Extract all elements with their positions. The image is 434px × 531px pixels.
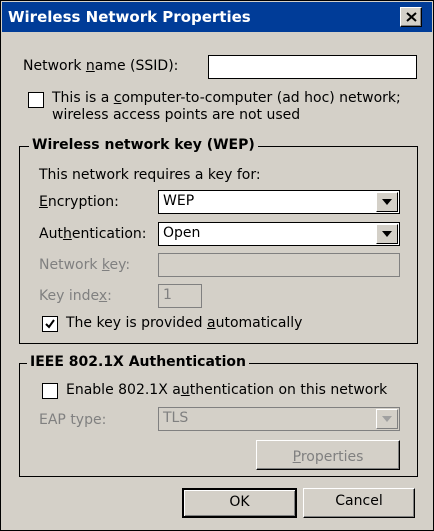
ok-button[interactable]: OK	[182, 488, 297, 518]
network-key-label-mnemonic: k	[101, 257, 110, 273]
adhoc-label-line2: wireless access points are not used	[52, 107, 301, 123]
encryption-label-post: ncryption:	[47, 194, 119, 210]
key-index-value: 1	[163, 287, 172, 303]
chevron-down-icon	[382, 416, 392, 422]
close-x-icon	[406, 12, 417, 22]
chevron-down-icon	[382, 231, 392, 237]
auto-key-label-pre: The key is provided	[66, 315, 207, 331]
authentication-label-pre: Aut	[39, 226, 63, 242]
adhoc-line1-post: omputer-to-computer (ad hoc) network;	[121, 90, 401, 106]
key-index-label-post: :	[107, 288, 112, 304]
auto-key-checkbox[interactable]	[42, 316, 58, 332]
eap-type-dropdown-button[interactable]	[376, 409, 398, 429]
enable-8021x-label[interactable]: Enable 802.1X authentication on this net…	[66, 382, 387, 398]
ssid-label-mnemonic: n	[85, 58, 95, 74]
eap-type-select[interactable]: TLS	[158, 407, 400, 431]
cancel-button-label: Cancel	[335, 493, 383, 509]
network-key-label: Network key:	[39, 257, 130, 273]
authentication-label-mnemonic: h	[62, 226, 72, 242]
adhoc-checkbox[interactable]	[28, 92, 44, 108]
enable-8021x-label-mnemonic: u	[180, 382, 190, 398]
checkmark-icon	[45, 319, 55, 329]
ok-button-label: OK	[229, 494, 250, 510]
title-bar[interactable]: Wireless Network Properties	[2, 2, 432, 32]
cancel-button[interactable]: Cancel	[303, 488, 415, 518]
auto-key-label-mnemonic: a	[207, 315, 216, 331]
authentication-label: Authentication:	[39, 226, 147, 242]
ssid-label-pre: Network	[23, 58, 86, 74]
wep-intro-text: This network requires a key for:	[39, 167, 261, 183]
ssid-label-post: ame (SSID):	[94, 58, 179, 74]
ssid-label: Network name (SSID):	[23, 58, 178, 74]
key-index-label-mnemonic: x	[98, 288, 108, 304]
authentication-label-post: entication:	[71, 226, 147, 242]
network-key-input[interactable]	[158, 253, 400, 277]
adhoc-line1-pre: This is a	[52, 90, 114, 106]
key-index-label-pre: Key inde	[39, 288, 99, 304]
authentication-value: Open	[163, 225, 201, 241]
encryption-label: Encryption:	[39, 194, 119, 210]
adhoc-label-line1[interactable]: This is a computer-to-computer (ad hoc) …	[52, 90, 401, 106]
window-title: Wireless Network Properties	[8, 8, 251, 26]
network-key-label-pre: Network	[39, 257, 102, 273]
encryption-dropdown-button[interactable]	[376, 192, 398, 212]
key-index-input[interactable]: 1	[158, 284, 202, 308]
auto-key-label[interactable]: The key is provided automatically	[66, 315, 302, 331]
network-key-label-post: ey:	[109, 257, 131, 273]
properties-button-label: Properties	[293, 445, 364, 465]
properties-button-label-post: roperties	[300, 449, 364, 465]
chevron-down-icon	[382, 199, 392, 205]
enable-8021x-checkbox[interactable]	[42, 383, 58, 399]
wep-group-title: Wireless network key (WEP)	[29, 137, 258, 153]
eap-type-label: EAP type:	[39, 412, 107, 428]
enable-8021x-label-pre: Enable 802.1X a	[66, 382, 181, 398]
properties-button[interactable]: Properties	[256, 440, 400, 470]
authentication-select[interactable]: Open	[158, 222, 400, 246]
encryption-label-mnemonic: E	[39, 194, 48, 210]
properties-button-mnemonic: P	[292, 449, 301, 465]
auto-key-label-post: utomatically	[215, 315, 303, 331]
close-button[interactable]	[400, 7, 422, 27]
enable-8021x-label-post: thentication on this network	[189, 382, 388, 398]
ieee-group-title: IEEE 802.1X Authentication	[27, 354, 249, 370]
ssid-input[interactable]	[208, 55, 417, 79]
eap-type-value: TLS	[163, 410, 189, 426]
encryption-select[interactable]: WEP	[158, 190, 400, 214]
authentication-dropdown-button[interactable]	[376, 224, 398, 244]
key-index-label: Key index:	[39, 288, 112, 304]
encryption-value: WEP	[163, 193, 195, 209]
dialog-window: Wireless Network Properties Network name…	[0, 0, 434, 531]
